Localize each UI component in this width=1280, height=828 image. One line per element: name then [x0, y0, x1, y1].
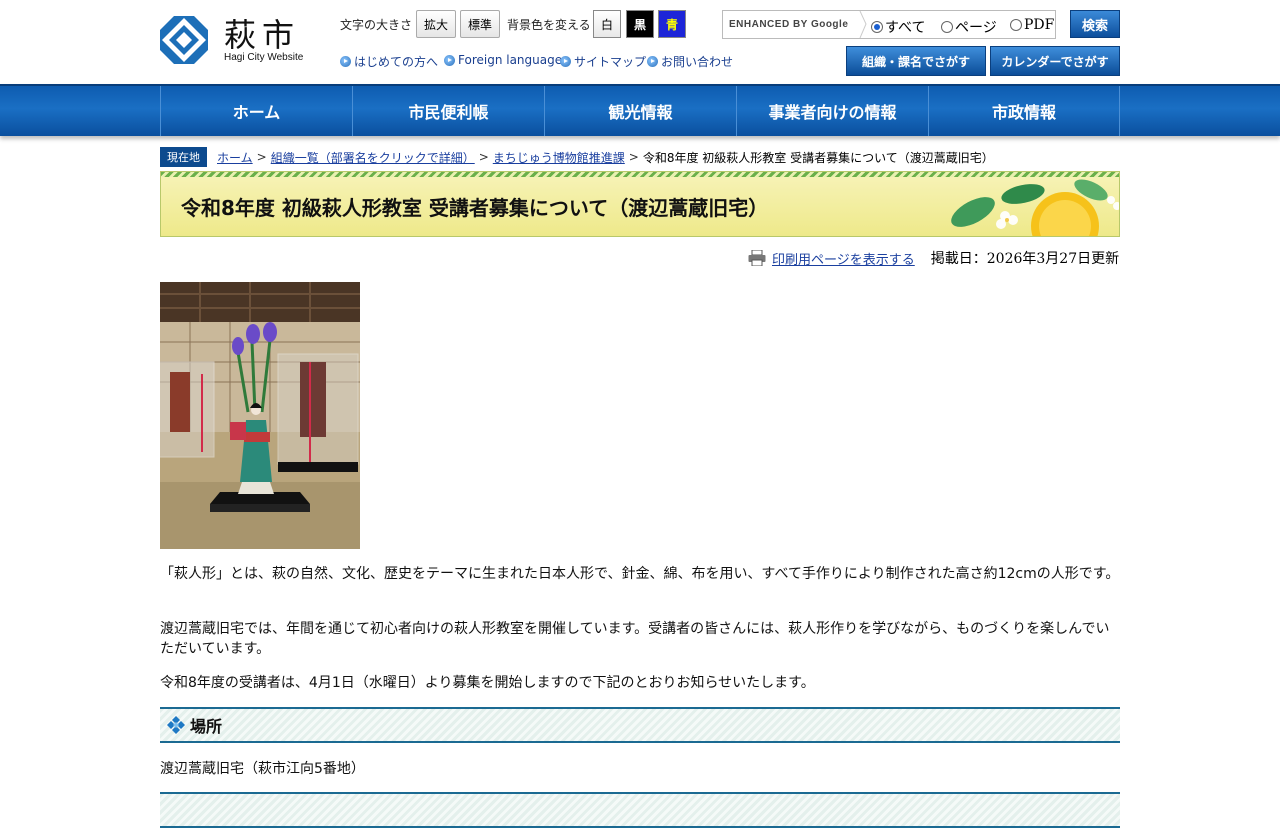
breadcrumb-separator: >	[478, 150, 489, 164]
nav-city-government[interactable]: 市政情報	[928, 86, 1120, 136]
logo-name: 萩市	[224, 16, 301, 54]
page-title: 令和8年度 初級萩人形教室 受講者募集について（渡辺蒿蔵旧宅）	[181, 196, 769, 220]
recruitment-paragraph: 令和8年度の受講者は、4月1日（水曜日）より募集を開始しますので下記のとおりお知…	[160, 675, 815, 691]
location-text: 渡辺蒿蔵旧宅（萩市江向5番地）	[160, 761, 365, 777]
bg-blue-button[interactable]: 青	[658, 10, 686, 38]
search-by-org-button[interactable]: 組織・課名でさがす	[846, 46, 986, 76]
breadcrumb-current: 令和8年度 初級萩人形教室 受講者募集について（渡辺蒿蔵旧宅）	[642, 150, 994, 165]
quick-link-contact[interactable]: お問い合わせ	[647, 53, 733, 70]
section-heading-text: 場所	[190, 717, 223, 736]
section-heading-location: 場所	[160, 707, 1120, 743]
section-heading-next	[160, 792, 1120, 828]
title-banner: 令和8年度 初級萩人形教室 受講者募集について（渡辺蒿蔵旧宅）	[160, 171, 1120, 237]
radio-icon	[1010, 19, 1022, 31]
print-row: 印刷用ページを表示する 掲載日：2026年3月27日更新	[748, 248, 1119, 268]
arrow-circle-icon	[444, 54, 455, 66]
enlarge-text-button[interactable]: 拡大	[416, 10, 456, 38]
radio-icon	[941, 21, 953, 33]
arrow-circle-icon	[560, 56, 571, 67]
arrow-circle-icon	[340, 56, 351, 67]
logo-subtitle: Hagi City Website	[224, 52, 304, 63]
search-button[interactable]: 検索	[1070, 10, 1120, 38]
bg-black-button[interactable]: 黒	[626, 10, 654, 38]
citrus-decoration-icon	[951, 179, 1119, 236]
hagi-logo-icon	[160, 16, 208, 64]
bg-white-button[interactable]: 白	[593, 10, 621, 38]
site-header: 萩市 Hagi City Website 文字の大きさ 拡大 標準 背景色を変え…	[0, 0, 1280, 84]
quick-link-sitemap[interactable]: サイトマップ	[560, 53, 646, 70]
divider-chevron-icon	[859, 11, 867, 38]
radio-icon	[871, 21, 883, 33]
print-page-link[interactable]: 印刷用ページを表示する	[772, 249, 915, 268]
quick-link-label: はじめての方へ	[354, 55, 439, 69]
search-by-calendar-button[interactable]: カレンダーでさがす	[990, 46, 1120, 76]
scope-label: ページ	[955, 20, 997, 36]
breadcrumb-home[interactable]: ホーム	[217, 149, 253, 166]
breadcrumb-separator: >	[628, 150, 639, 164]
published-date: 掲載日：2026年3月27日更新	[930, 251, 1120, 267]
breadcrumb: 現在地 ホーム > 組織一覧（部署名をクリックで詳細） > まちじゅう博物館推進…	[160, 147, 1120, 167]
scope-pdf-radio[interactable]: PDF	[1010, 17, 1054, 33]
breadcrumb-org-list[interactable]: 組織一覧（部署名をクリックで詳細）	[271, 149, 475, 166]
bg-color-label: 背景色を変える	[507, 18, 591, 32]
site-logo[interactable]: 萩市 Hagi City Website	[160, 14, 310, 66]
global-nav: ホーム 市民便利帳 観光情報 事業者向けの情報 市政情報	[0, 84, 1280, 136]
scope-label: すべて	[885, 20, 926, 36]
quick-link-first-time[interactable]: はじめての方へ	[340, 53, 438, 70]
text-size-label: 文字の大きさ	[340, 18, 413, 32]
quick-link-foreign-language[interactable]: Foreign language	[444, 53, 562, 67]
quick-link-label: サイトマップ	[574, 55, 647, 69]
quick-link-label: Foreign language	[458, 53, 563, 67]
diamond-cluster-icon	[167, 716, 185, 734]
scope-label: PDF	[1024, 17, 1055, 33]
search-box: すべて ページ PDF	[722, 10, 1056, 39]
breadcrumb-separator: >	[256, 150, 267, 164]
breadcrumb-tag: 現在地	[160, 147, 207, 167]
arrow-circle-icon	[647, 56, 658, 67]
nav-citizen-handbook[interactable]: 市民便利帳	[352, 86, 544, 136]
printer-icon	[748, 250, 766, 266]
nav-home[interactable]: ホーム	[160, 86, 352, 136]
nav-tourism[interactable]: 観光情報	[544, 86, 736, 136]
breadcrumb-department[interactable]: まちじゅう博物館推進課	[493, 149, 625, 166]
nav-business[interactable]: 事業者向けの情報	[736, 86, 928, 136]
search-input[interactable]	[729, 13, 865, 35]
scope-page-radio[interactable]: ページ	[941, 17, 997, 37]
standard-text-button[interactable]: 標準	[460, 10, 500, 38]
quick-link-label: お問い合わせ	[661, 55, 734, 69]
intro-paragraph: 「萩人形」とは、萩の自然、文化、歴史をテーマに生まれた日本人形で、針金、綿、布を…	[160, 566, 1120, 582]
classroom-paragraph: 渡辺蒿蔵旧宅では、年間を通じて初心者向けの萩人形教室を開催しています。受講者の皆…	[160, 621, 1110, 657]
hagi-doll-photo	[160, 282, 360, 549]
scope-all-radio[interactable]: すべて	[871, 17, 925, 37]
